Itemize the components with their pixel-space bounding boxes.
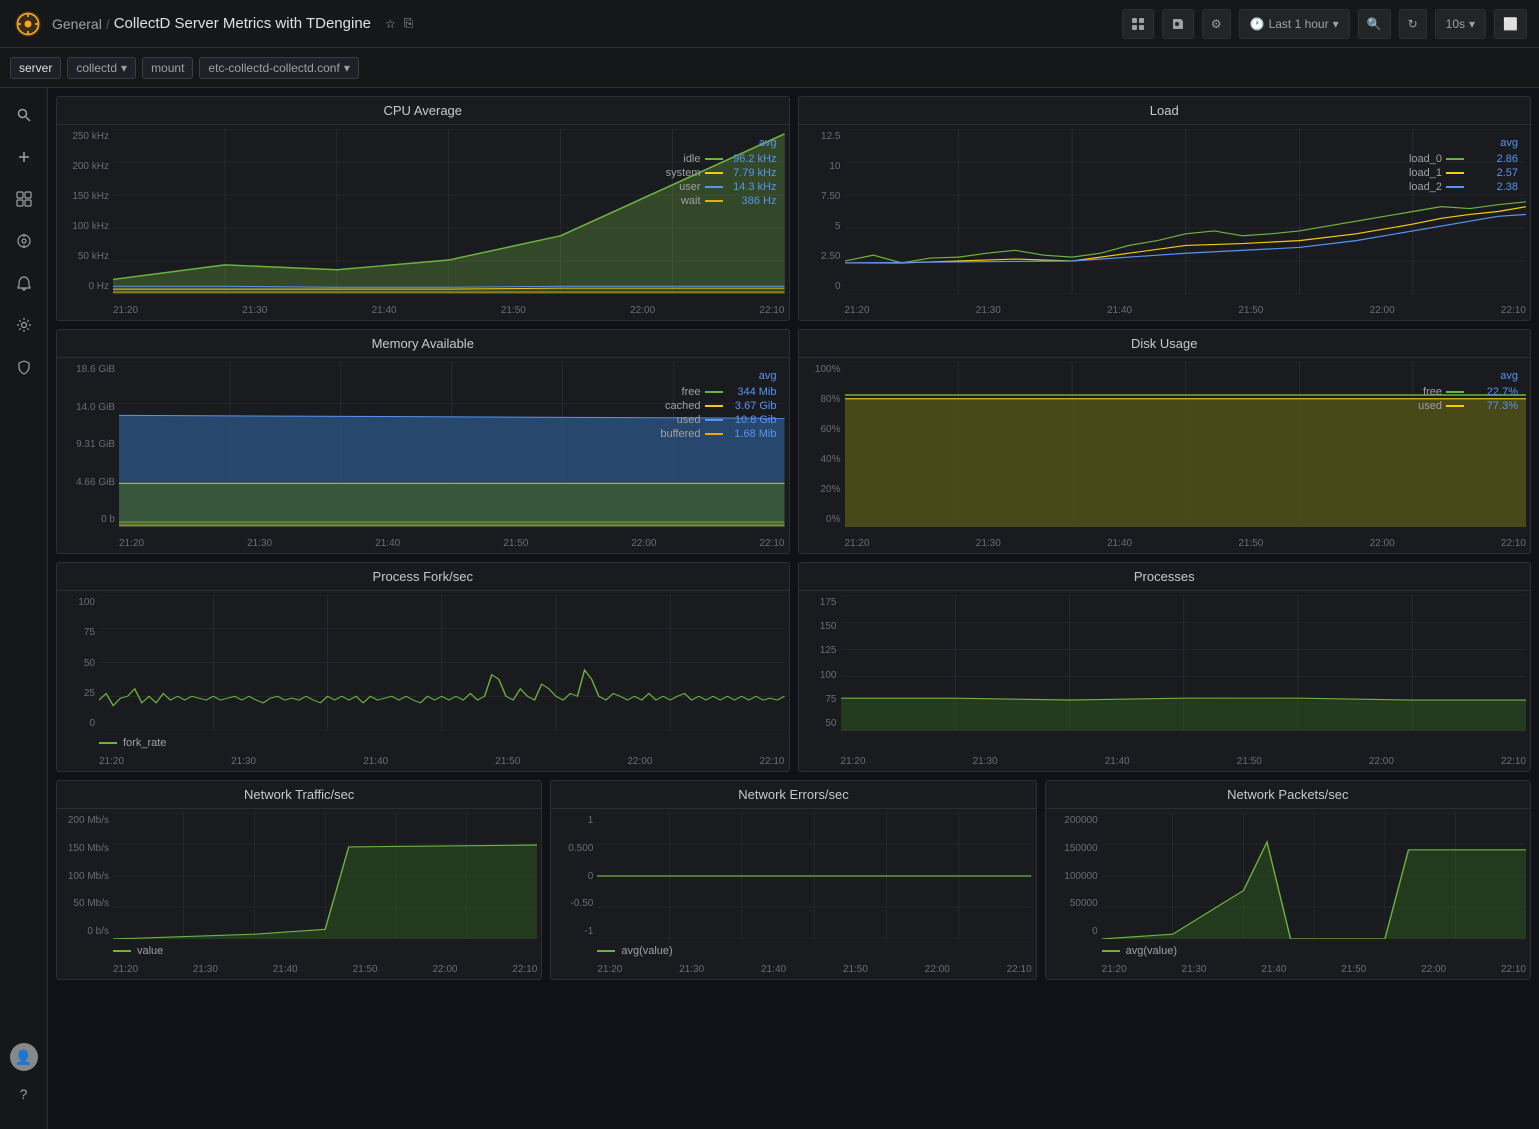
sidebar-dashboards[interactable] [5,180,43,218]
panel-disk-body: 100% 80% 60% 40% 20% 0% [799,358,1531,553]
y-label: 50 kHz [61,251,113,262]
load-legend: avg load_0 2.86 load_1 2.57 [1409,137,1518,193]
panel-memory: Memory Available 18.6 GiB 14.0 GiB 9.31 … [56,329,790,554]
traffic-legend-label: value [137,945,163,957]
layout: 👤 ? CPU Average 250 kHz 200 kHz 150 kHz … [0,88,1539,1129]
save-button[interactable] [1162,9,1194,39]
panel-memory-body: 18.6 GiB 14.0 GiB 9.31 GiB 4.66 GiB 0 b [57,358,789,553]
filter-server[interactable]: server [10,57,61,79]
packets-chart-svg [1102,813,1526,939]
processes-chart-svg [841,595,1527,731]
panel-memory-title: Memory Available [57,330,789,358]
traffic-chart-svg [113,813,537,939]
panel-net-traffic: Network Traffic/sec 200 Mb/s 150 Mb/s 10… [56,780,542,980]
sidebar-settings[interactable] [5,306,43,344]
tv-mode-button[interactable]: ⬜ [1494,9,1527,39]
row-2: Memory Available 18.6 GiB 14.0 GiB 9.31 … [56,329,1531,554]
cpu-legend: avg idle 96.2 kHz system 7.79 kHz [666,137,777,207]
panel-load-body: 12.5 10 7.50 5 2.50 0 [799,125,1531,320]
user-avatar[interactable]: 👤 [10,1043,38,1071]
legend-item: system 7.79 kHz [666,167,777,179]
panel-fork: Process Fork/sec 100 75 50 25 0 [56,562,790,772]
row-1: CPU Average 250 kHz 200 kHz 150 kHz 100 … [56,96,1531,321]
topbar: General / CollectD Server Metrics with T… [0,0,1539,48]
refresh-button[interactable]: ↻ [1399,9,1427,39]
packets-legend-label: avg(value) [1126,945,1177,957]
sidebar-alerts[interactable] [5,264,43,302]
sidebar-shield[interactable] [5,348,43,386]
breadcrumb-parent[interactable]: General [52,16,102,32]
sidebar-help[interactable]: ? [5,1075,43,1113]
panel-net-errors-body: 1 0.500 0 -0.50 -1 [551,809,1035,979]
fork-legend-label: fork_rate [123,737,166,749]
panel-fork-body: 100 75 50 25 0 [57,591,789,771]
panel-processes-body: 175 150 125 100 75 50 [799,591,1531,771]
settings-button[interactable]: ⚙ [1202,9,1231,39]
breadcrumb-separator: / [106,16,110,32]
row-4: Network Traffic/sec 200 Mb/s 150 Mb/s 10… [56,780,1531,980]
panel-cpu-title: CPU Average [57,97,789,125]
time-range-label: Last 1 hour [1269,17,1329,31]
y-label: 150 kHz [61,191,113,202]
panel-net-errors: Network Errors/sec 1 0.500 0 -0.50 -1 [550,780,1036,980]
share-icon[interactable]: ⎘ [404,16,414,31]
add-panel-button[interactable] [1122,9,1154,39]
toolbar: server collectd ▾ mount etc-collectd-col… [0,48,1539,88]
panel-disk: Disk Usage 100% 80% 60% 40% 20% 0% [798,329,1532,554]
sidebar-search[interactable] [5,96,43,134]
y-label: 200 kHz [61,161,113,172]
star-icon[interactable]: ☆ [385,17,396,31]
sidebar: 👤 ? [0,88,48,1129]
panel-net-packets-title: Network Packets/sec [1046,781,1530,809]
row-3: Process Fork/sec 100 75 50 25 0 [56,562,1531,772]
sidebar-explore[interactable] [5,222,43,260]
panel-processes-title: Processes [799,563,1531,591]
panel-net-traffic-body: 200 Mb/s 150 Mb/s 100 Mb/s 50 Mb/s 0 b/s [57,809,541,979]
filter-conf[interactable]: etc-collectd-collectd.conf ▾ [199,57,358,79]
dashboard-title: CollectD Server Metrics with TDengine [114,15,371,32]
memory-legend: avg free 344 Mib cached 3.67 Gib [660,370,776,440]
y-label: 250 kHz [61,131,113,142]
sidebar-bottom: 👤 ? [5,1043,43,1121]
refresh-interval-label: 10s [1446,17,1465,31]
legend-item: idle 96.2 kHz [666,153,777,165]
refresh-interval-button[interactable]: 10s ▾ [1435,9,1486,39]
legend-item: wait 386 Hz [666,195,777,207]
y-label: 100 kHz [61,221,113,232]
time-range-button[interactable]: 🕐 Last 1 hour ▾ [1239,9,1350,39]
panel-cpu-body: 250 kHz 200 kHz 150 kHz 100 kHz 50 kHz 0… [57,125,789,320]
panel-load: Load 12.5 10 7.50 5 2.50 0 [798,96,1532,321]
panel-load-title: Load [799,97,1531,125]
panel-net-packets: Network Packets/sec 200000 150000 100000… [1045,780,1531,980]
breadcrumb: General / CollectD Server Metrics with T… [52,15,371,32]
y-label: 0 Hz [61,281,113,292]
filter-collectd[interactable]: collectd ▾ [67,57,136,79]
panel-net-errors-title: Network Errors/sec [551,781,1035,809]
panel-cpu-avg: CPU Average 250 kHz 200 kHz 150 kHz 100 … [56,96,790,321]
disk-legend: avg free 22.7% used 77.3% [1418,370,1518,412]
legend-item: user 14.3 kHz [666,181,777,193]
sidebar-add[interactable] [5,138,43,176]
topbar-actions: ⚙ 🕐 Last 1 hour ▾ 🔍 ↻ 10s ▾ ⬜ [1122,9,1527,39]
grafana-logo [12,8,44,40]
filter-mount[interactable]: mount [142,57,193,79]
panel-disk-title: Disk Usage [799,330,1531,358]
fork-chart-svg [99,595,785,731]
panel-net-traffic-title: Network Traffic/sec [57,781,541,809]
dashboard-content: CPU Average 250 kHz 200 kHz 150 kHz 100 … [48,88,1539,1129]
errors-legend-label: avg(value) [621,945,672,957]
errors-chart-svg [597,813,1031,939]
zoom-out-button[interactable]: 🔍 [1358,9,1391,39]
panel-fork-title: Process Fork/sec [57,563,789,591]
panel-processes: Processes 175 150 125 100 75 50 [798,562,1532,772]
panel-net-packets-body: 200000 150000 100000 50000 0 [1046,809,1530,979]
